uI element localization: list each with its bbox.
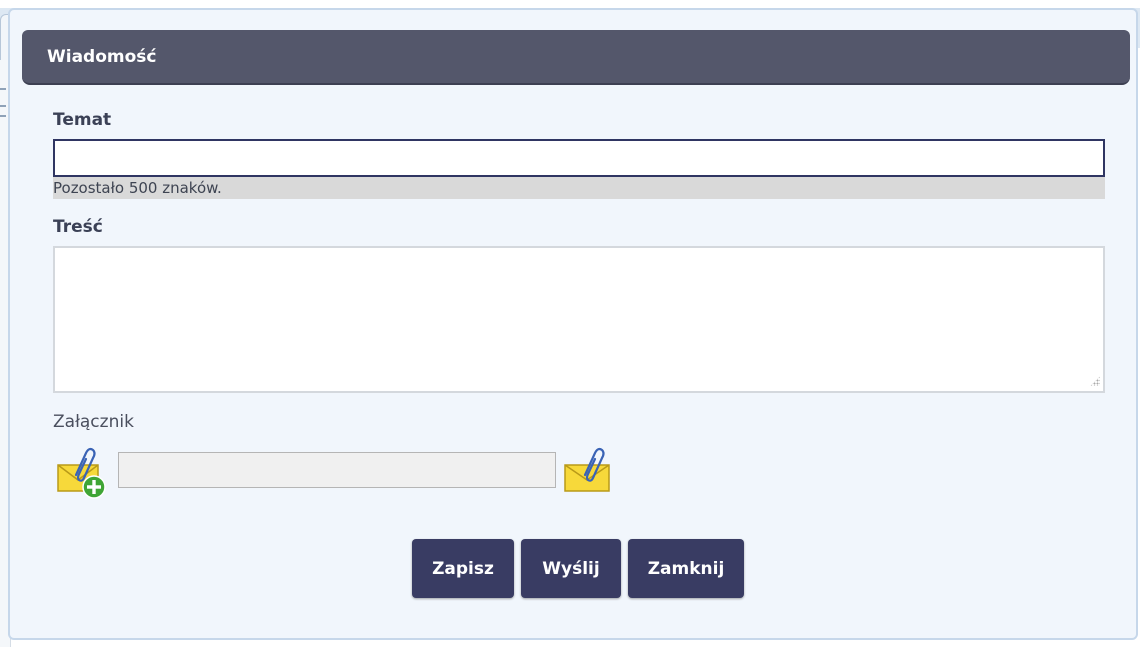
remaining-characters: Pozostało 500 znaków.	[53, 177, 1105, 199]
attachment-label: Załącznik	[53, 412, 134, 432]
dialog-title: Wiadomość	[47, 47, 157, 67]
attachment-field[interactable]	[118, 452, 556, 488]
send-button[interactable]: Wyślij	[521, 539, 621, 598]
envelope-paperclip-add-icon[interactable]	[56, 447, 108, 499]
background-mark	[0, 105, 6, 107]
save-button[interactable]: Zapisz	[412, 539, 514, 598]
background-mark	[0, 115, 6, 117]
close-button[interactable]: Zamknij	[628, 539, 744, 598]
dialog-header: Wiadomość	[22, 30, 1130, 85]
background-mark	[0, 88, 6, 90]
content-textarea[interactable]	[53, 246, 1105, 393]
subject-input[interactable]	[53, 139, 1105, 177]
subject-label: Temat	[53, 110, 112, 130]
content-label: Treść	[53, 217, 103, 237]
message-dialog: Wiadomość Temat Pozostało 500 znaków. Tr…	[8, 8, 1138, 640]
envelope-paperclip-icon[interactable]	[563, 447, 615, 499]
